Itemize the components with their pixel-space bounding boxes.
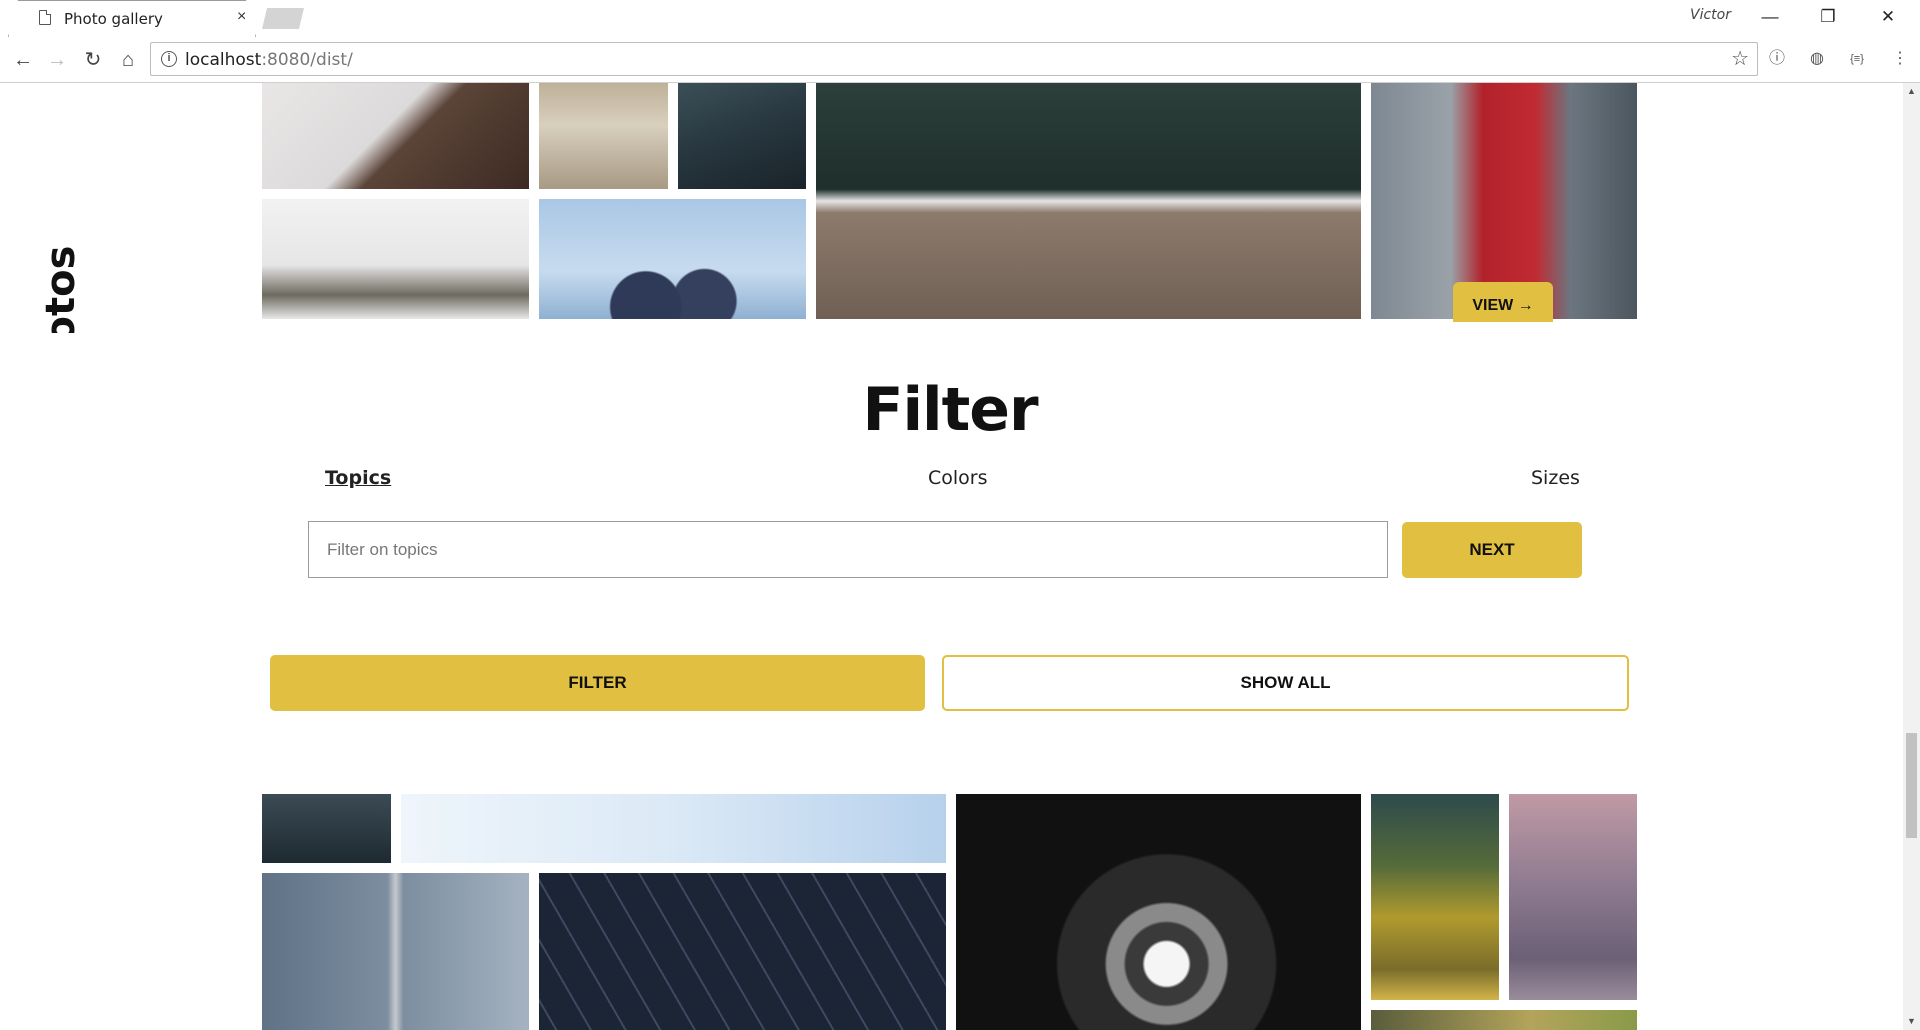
minimize-button[interactable]: — bbox=[1750, 4, 1790, 30]
back-icon[interactable]: ← bbox=[8, 45, 38, 75]
photo-misty-hill[interactable] bbox=[262, 199, 529, 319]
photo-raindrops[interactable] bbox=[1509, 794, 1637, 1000]
tab-colors[interactable]: Colors bbox=[928, 467, 988, 489]
extension-code-icon[interactable]: {≡} bbox=[1845, 47, 1869, 71]
photo-sky[interactable] bbox=[401, 794, 946, 863]
photo-sand[interactable] bbox=[539, 83, 668, 189]
page-icon bbox=[39, 10, 51, 25]
extension-globe-icon[interactable]: ◍ bbox=[1805, 47, 1829, 71]
show-all-button[interactable]: SHOW ALL bbox=[942, 655, 1629, 711]
restore-button[interactable]: ❐ bbox=[1808, 4, 1848, 30]
photo-aerial-pier[interactable] bbox=[816, 83, 1361, 319]
tab-title: Photo gallery bbox=[64, 10, 163, 28]
photo-star-trails[interactable] bbox=[539, 873, 946, 1030]
photo-tablet-keyboard[interactable] bbox=[262, 83, 529, 189]
filter-button[interactable]: FILTER bbox=[270, 655, 925, 711]
tab-sizes[interactable]: Sizes bbox=[1531, 467, 1580, 489]
browser-toolbar: ← → ↻ ⌂ i localhost:8080/dist/ ☆ ⓘ ◍ {≡}… bbox=[0, 37, 1920, 83]
url-text[interactable]: localhost:8080/dist/ bbox=[185, 50, 353, 70]
url-host: localhost bbox=[185, 50, 262, 70]
next-button[interactable]: NEXT bbox=[1402, 522, 1582, 578]
vertical-scrollbar[interactable]: ▲ ▼ bbox=[1903, 83, 1920, 1030]
photo-tree[interactable] bbox=[1371, 794, 1499, 1000]
scroll-up-icon[interactable]: ▲ bbox=[1903, 83, 1920, 100]
side-label: n photos bbox=[38, 246, 84, 333]
tab-close-icon[interactable]: × bbox=[237, 8, 246, 26]
side-label-container: n photos bbox=[0, 83, 90, 333]
forward-icon[interactable]: → bbox=[42, 45, 72, 75]
menu-icon[interactable]: ⋮ bbox=[1888, 47, 1912, 71]
browser-tab[interactable]: Photo gallery × bbox=[8, 0, 256, 37]
info-icon[interactable]: i bbox=[161, 51, 177, 67]
photo-field[interactable] bbox=[1371, 1010, 1637, 1030]
page-viewport: n photos VIEW → Filter Topics Colors Siz… bbox=[0, 83, 1920, 1030]
close-window-button[interactable]: ✕ bbox=[1868, 4, 1908, 30]
tab-topics[interactable]: Topics bbox=[325, 467, 391, 489]
extension-info-icon[interactable]: ⓘ bbox=[1765, 47, 1789, 71]
photo-forest-dark[interactable] bbox=[678, 83, 806, 189]
browser-tab-bar: Photo gallery × Victor — ❐ ✕ bbox=[0, 0, 1920, 37]
scrollbar-thumb[interactable] bbox=[1906, 733, 1917, 838]
home-icon[interactable]: ⌂ bbox=[113, 45, 143, 75]
filter-heading: Filter bbox=[862, 375, 1038, 445]
profile-name[interactable]: Victor bbox=[1690, 7, 1731, 23]
url-path: :8080/dist/ bbox=[261, 50, 353, 70]
reload-icon[interactable]: ↻ bbox=[78, 45, 108, 75]
new-tab-button[interactable] bbox=[262, 8, 304, 29]
view-button[interactable]: VIEW → bbox=[1453, 282, 1553, 322]
photo-blueberries[interactable] bbox=[539, 199, 806, 319]
photo-tower[interactable] bbox=[262, 873, 529, 1030]
address-bar[interactable]: i localhost:8080/dist/ ☆ bbox=[150, 42, 1758, 76]
scroll-down-icon[interactable]: ▼ bbox=[1903, 1013, 1920, 1030]
filter-topics-input[interactable] bbox=[308, 521, 1388, 578]
photo-snowy-forest[interactable] bbox=[262, 794, 391, 863]
bookmark-star-icon[interactable]: ☆ bbox=[1731, 46, 1749, 71]
photo-spiral-stairs[interactable] bbox=[956, 794, 1361, 1030]
